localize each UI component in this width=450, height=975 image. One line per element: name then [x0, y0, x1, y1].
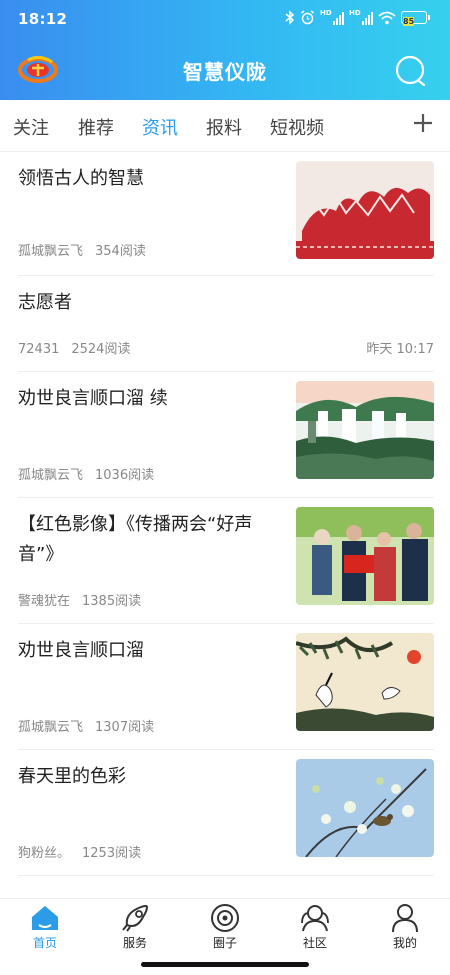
article-author: 狗粉丝。 — [18, 846, 71, 861]
status-bar: 18:12 HD HD 85 — [0, 0, 450, 40]
list-item[interactable]: 领悟古人的智慧 孤城飘云飞 354阅读 — [18, 152, 434, 276]
article-meta: 狗粉丝。 1253阅读 — [18, 842, 141, 861]
tab-news[interactable]: 资讯 — [142, 114, 178, 140]
community-icon — [301, 905, 329, 932]
home-icon — [32, 906, 58, 930]
list-item[interactable]: 志愿者 72431 2524阅读 昨天 10:17 — [18, 276, 434, 372]
nav-label: 服务 — [122, 936, 147, 950]
article-reads: 1036阅读 — [95, 468, 155, 483]
article-title: 【红色影像】《传播两会“好声音”》 — [18, 514, 253, 565]
list-item[interactable]: 【红色影像】《传播两会“好声音”》 警魂犹在 1385阅读 — [18, 498, 434, 624]
article-meta: 孤城飘云飞 354阅读 — [18, 240, 146, 259]
alarm-icon — [301, 10, 314, 25]
article-title: 劝世良言顺口溜 — [18, 640, 144, 661]
status-time: 18:12 — [18, 10, 68, 28]
home-indicator[interactable] — [141, 962, 309, 967]
battery-level: 85 — [403, 17, 415, 26]
article-thumbnail[interactable] — [296, 161, 434, 259]
article-meta: 警魂犹在 1385阅读 — [18, 590, 141, 609]
tab-follow[interactable]: 关注 — [13, 114, 49, 140]
article-author: 孤城飘云飞 — [18, 468, 84, 483]
article-thumbnail[interactable] — [296, 381, 434, 479]
nav-label: 社区 — [302, 936, 327, 950]
nav-community[interactable]: 社区 — [280, 903, 350, 951]
article-reads: 354阅读 — [95, 244, 146, 259]
signal-icon-2: HD — [349, 9, 373, 25]
article-title: 春天里的色彩 — [18, 766, 126, 787]
article-reads: 1385阅读 — [82, 594, 142, 609]
nav-circle[interactable]: 圈子 — [190, 903, 260, 951]
search-icon[interactable] — [394, 54, 428, 88]
article-title: 劝世良言顺口溜 续 — [18, 388, 168, 409]
tab-report[interactable]: 报料 — [206, 114, 242, 140]
battery-icon: 85 — [401, 11, 430, 26]
nav-profile[interactable]: 我的 — [370, 903, 440, 951]
tab-short-video[interactable]: 短视频 — [270, 114, 324, 140]
article-title: 志愿者 — [18, 292, 72, 313]
nav-home[interactable]: 首页 — [10, 903, 80, 951]
nav-label: 圈子 — [212, 936, 237, 950]
wifi-icon — [378, 11, 396, 24]
list-item[interactable]: 劝世良言顺口溜 续 孤城飘云飞 1036阅读 — [18, 372, 434, 498]
article-reads: 2524阅读 — [71, 342, 131, 357]
article-author: 72431 — [18, 342, 60, 357]
plus-icon[interactable] — [410, 108, 436, 138]
status-icons: HD HD 85 — [285, 9, 430, 26]
nav-service[interactable]: 服务 — [100, 903, 170, 951]
signal-icon: HD — [320, 9, 344, 25]
list-item[interactable]: 劝世良言顺口溜 孤城飘云飞 1307阅读 — [18, 624, 434, 750]
rocket-icon — [122, 905, 149, 932]
app-header: 18:12 HD HD 85 智慧仪陇 — [0, 0, 450, 100]
nav-label: 我的 — [392, 936, 417, 950]
article-thumbnail[interactable] — [296, 507, 434, 605]
article-time: 昨天 10:17 — [366, 342, 434, 357]
article-author: 孤城飘云飞 — [18, 720, 84, 735]
article-meta: 孤城飘云飞 1307阅读 — [18, 716, 154, 735]
article-author: 孤城飘云飞 — [18, 244, 84, 259]
article-reads: 1253阅读 — [82, 846, 142, 861]
tab-recommend[interactable]: 推荐 — [78, 114, 114, 140]
profile-icon — [392, 904, 418, 933]
article-author: 警魂犹在 — [18, 594, 71, 609]
channel-tabs: 关注 推荐 资讯 报料 短视频 — [0, 100, 450, 152]
article-meta: 72431 2524阅读 — [18, 338, 130, 357]
circle-icon — [211, 904, 239, 932]
nav-label: 首页 — [32, 936, 57, 950]
article-thumbnail[interactable] — [296, 633, 434, 731]
article-title: 领悟古人的智慧 — [18, 168, 144, 189]
bluetooth-icon — [285, 10, 295, 25]
page-title: 智慧仪陇 — [183, 60, 267, 84]
article-reads: 1307阅读 — [95, 720, 155, 735]
article-meta: 孤城飘云飞 1036阅读 — [18, 464, 154, 483]
article-thumbnail[interactable] — [296, 759, 434, 857]
list-item[interactable]: 春天里的色彩 狗粉丝。 1253阅读 — [18, 750, 434, 876]
